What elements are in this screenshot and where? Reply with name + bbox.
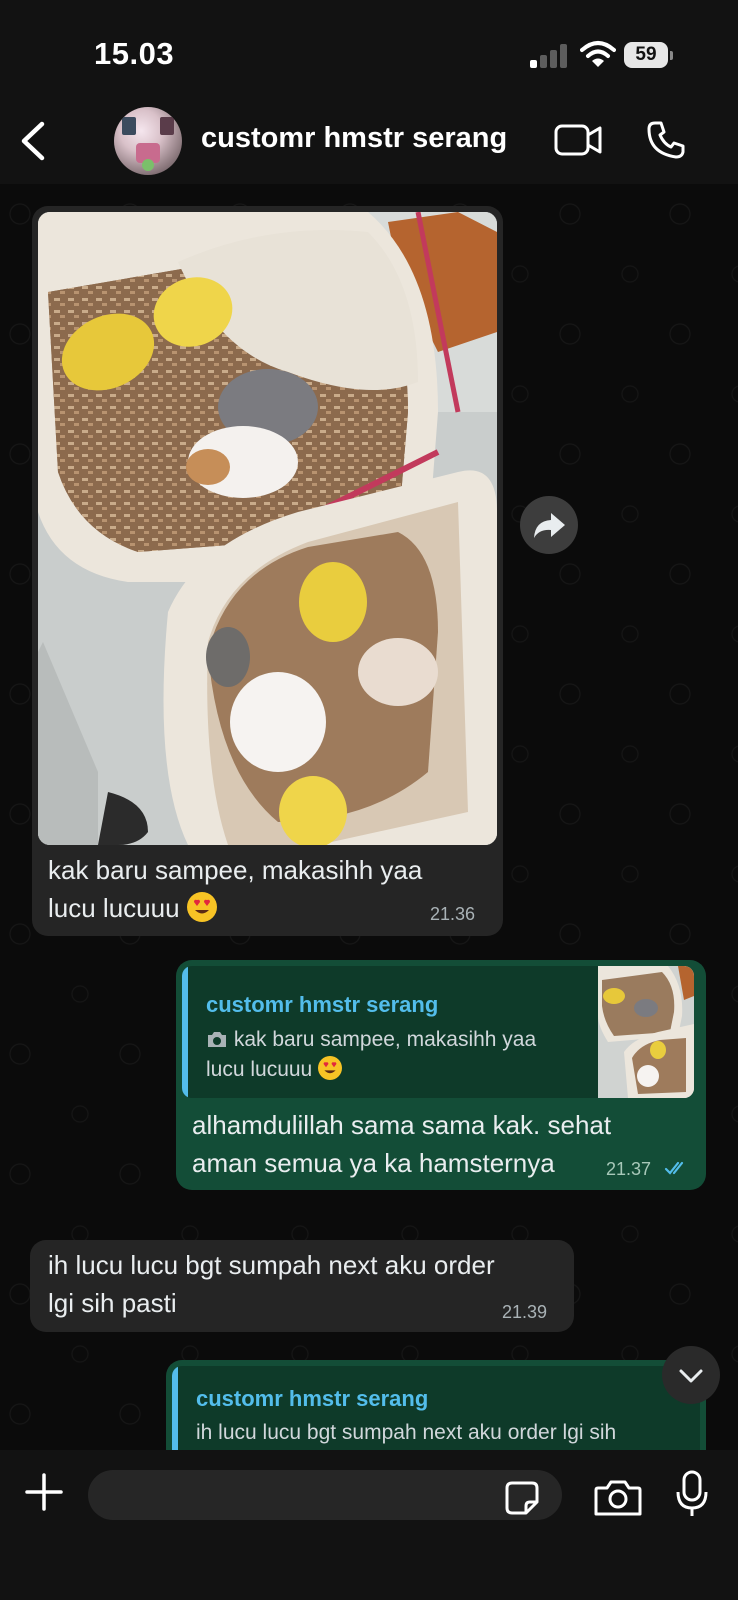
avatar[interactable]	[114, 107, 182, 175]
quoted-text-line: lucu lucuuu	[206, 1058, 313, 1081]
message-text-line: lgi sih pasti	[48, 1288, 177, 1318]
read-receipt-icon	[664, 1161, 684, 1175]
quoted-message[interactable]: customr hmstr serang kak baru sampee, ma…	[182, 966, 694, 1098]
status-time: 15.03	[94, 36, 175, 71]
message-time: 21.39	[502, 1302, 548, 1322]
forward-arrow-icon	[534, 513, 565, 538]
phone-icon[interactable]	[646, 120, 686, 160]
battery-icon: 59	[624, 42, 673, 68]
composer-bar	[0, 1450, 738, 1600]
cellular-signal-icon	[530, 44, 570, 68]
chat-header: customr hmstr serang	[0, 100, 738, 184]
scroll-to-bottom-button[interactable]	[662, 1346, 720, 1404]
message-text-line: ih lucu lucu bgt sumpah next aku order	[48, 1250, 495, 1280]
heart-eyes-emoji-icon	[186, 892, 217, 922]
forward-button[interactable]	[520, 496, 578, 554]
message-text-line: lucu lucuuu	[48, 893, 180, 923]
contact-name[interactable]: customr hmstr serang	[201, 122, 507, 155]
quoted-sender: customr hmstr serang	[206, 992, 439, 1017]
quote-accent-bar	[172, 1366, 178, 1450]
status-bar: 15.03 59	[0, 0, 738, 100]
message-outgoing-reply[interactable]: customr hmstr serang ih lucu lucu bgt su…	[166, 1360, 706, 1450]
quoted-message[interactable]: customr hmstr serang ih lucu lucu bgt su…	[172, 1366, 700, 1450]
video-camera-icon[interactable]	[554, 122, 602, 158]
message-input[interactable]	[88, 1470, 562, 1520]
message-text-line: kak baru sampee, makasihh yaa	[48, 855, 423, 885]
message-list[interactable]: kak baru sampee, makasihh yaa lucu lucuu…	[0, 184, 738, 1450]
message-time: 21.37	[606, 1159, 652, 1179]
quoted-sender: customr hmstr serang	[196, 1386, 429, 1411]
message-text-line: aman semua ya ka hamsternya	[192, 1148, 555, 1178]
sticker-icon[interactable]	[504, 1480, 540, 1516]
quoted-text-line: ih lucu lucu bgt sumpah next aku order l…	[196, 1421, 617, 1444]
chevron-left-icon[interactable]	[14, 118, 54, 164]
microphone-icon[interactable]	[674, 1470, 710, 1518]
battery-level: 59	[624, 42, 668, 68]
chevron-down-icon	[679, 1369, 703, 1383]
plus-icon[interactable]	[24, 1472, 64, 1512]
message-incoming-image[interactable]: kak baru sampee, makasihh yaa lucu lucuu…	[32, 206, 503, 936]
hamster-photo-image	[38, 212, 497, 845]
quoted-text-line: kak baru sampee, makasihh yaa	[233, 1028, 537, 1051]
message-text-line: alhamdulillah sama sama kak. sehat	[192, 1110, 612, 1140]
hamster-photo[interactable]	[38, 212, 497, 845]
camera-icon	[208, 1032, 226, 1047]
camera-icon[interactable]	[594, 1478, 642, 1518]
heart-eyes-emoji-icon	[318, 1056, 343, 1080]
quote-accent-bar	[182, 966, 188, 1098]
message-outgoing-reply[interactable]: customr hmstr serang kak baru sampee, ma…	[176, 960, 706, 1190]
message-incoming-text[interactable]: ih lucu lucu bgt sumpah next aku order l…	[30, 1240, 574, 1332]
quoted-image-thumbnail	[598, 966, 694, 1098]
message-time: 21.36	[430, 904, 476, 924]
wifi-icon	[580, 41, 616, 67]
